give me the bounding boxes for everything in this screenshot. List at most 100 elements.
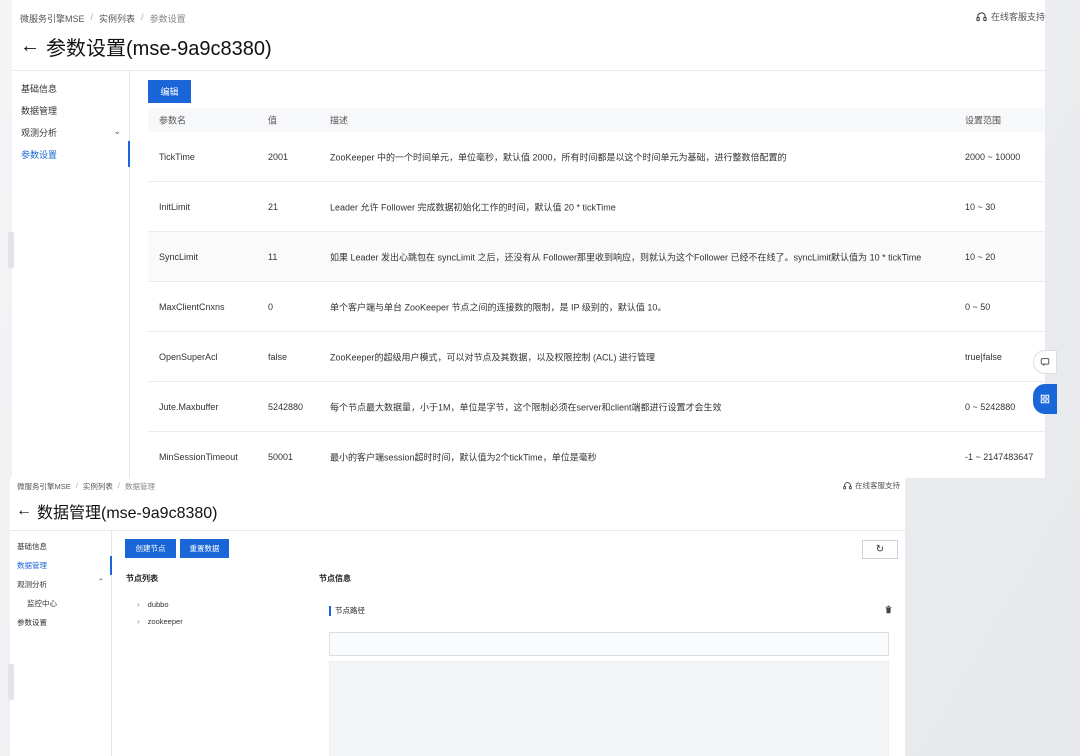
param-value: 50001 bbox=[268, 451, 294, 462]
sidebar: 基础信息 数据管理 观测分析 ⌄ 参数设置 bbox=[12, 70, 130, 478]
headset-icon bbox=[976, 12, 987, 22]
edit-button[interactable]: 编辑 bbox=[148, 80, 191, 103]
table-row: MaxClientCnxns 0 单个客户端与单台 ZooKeeper 节点之间… bbox=[148, 282, 1045, 332]
page-title-text: 数据管理(mse-9a9c8380) bbox=[37, 505, 218, 522]
param-name: TickTime bbox=[159, 151, 195, 162]
param-name: MinSessionTimeout bbox=[159, 451, 238, 462]
feedback-float-button[interactable] bbox=[1033, 350, 1057, 374]
param-name: Jute.Maxbuffer bbox=[159, 401, 219, 412]
params-screenshot: 微服务引擎MSE / 实例列表 / 参数设置 在线客服支持 ← 参数设置(mse… bbox=[12, 0, 1045, 478]
header-description: 描述 bbox=[330, 115, 349, 126]
chevron-up-icon[interactable]: ⌃ bbox=[98, 577, 104, 586]
param-range: 0 ~ 50 bbox=[965, 301, 991, 312]
sidebar-item-basic-info[interactable]: 基础信息 bbox=[21, 82, 57, 95]
sidebar: 基础信息 数据管理 观测分析 ⌃ 监控中心 参数设置 bbox=[10, 530, 112, 756]
breadcrumb-current: 参数设置 bbox=[149, 14, 186, 24]
data-management-screenshot: 微服务引擎MSE / 实例列表 / 数据管理 在线客服支持 ← 数据管理(mse… bbox=[10, 478, 905, 756]
param-description: 单个客户端与单台 ZooKeeper 节点之间的连接数的限制，是 IP 级别的，… bbox=[330, 302, 667, 312]
param-value: 21 bbox=[268, 201, 279, 212]
sidebar-item-data-management[interactable]: 数据管理 bbox=[21, 104, 57, 117]
param-description: ZooKeeper 中的一个时间单元，单位毫秒，默认值 2000，所有时间都是以… bbox=[330, 152, 787, 162]
node-info-title: 节点信息 bbox=[319, 574, 351, 583]
trash-icon[interactable] bbox=[884, 605, 893, 616]
param-value: false bbox=[268, 351, 288, 362]
chevron-right-icon[interactable]: › bbox=[137, 617, 140, 626]
sidebar-item-data-management[interactable]: 数据管理 bbox=[17, 560, 47, 571]
sidebar-item-parameters[interactable]: 参数设置 bbox=[21, 148, 57, 161]
online-support-label: 在线客服支持 bbox=[990, 12, 1045, 22]
sidebar-item-monitoring[interactable]: 监控中心 bbox=[27, 598, 57, 609]
tree-node-zookeeper[interactable]: › zookeeper bbox=[137, 617, 183, 626]
tree-node-label: dubbo bbox=[147, 600, 169, 609]
breadcrumb-mse[interactable]: 微服务引擎MSE bbox=[20, 12, 85, 25]
param-name: OpenSuperAcl bbox=[159, 351, 218, 362]
refresh-icon: ↻ bbox=[875, 544, 885, 555]
sidebar-item-observability[interactable]: 观测分析 bbox=[21, 126, 57, 139]
header-divider bbox=[12, 70, 1045, 71]
param-description: 每个节点最大数据量，小于1M，单位是字节，这个限制必须在server和clien… bbox=[330, 402, 722, 412]
table-row: InitLimit 21 Leader 允许 Follower 完成数据初始化工… bbox=[148, 182, 1045, 232]
breadcrumb-instances[interactable]: 实例列表 bbox=[99, 12, 135, 25]
online-support-link[interactable]: 在线客服支持 bbox=[976, 10, 1045, 23]
param-value: 2001 bbox=[268, 151, 289, 162]
param-name: SyncLimit bbox=[159, 251, 199, 262]
sidebar-item-observability[interactable]: 观测分析 bbox=[17, 579, 47, 590]
tree-node-label: zookeeper bbox=[147, 617, 183, 626]
refresh-button[interactable]: ↻ bbox=[862, 540, 898, 559]
param-range: 2000 ~ 10000 bbox=[965, 151, 1021, 162]
sidebar-item-parameters[interactable]: 参数设置 bbox=[17, 617, 47, 628]
param-range: 10 ~ 30 bbox=[965, 201, 996, 212]
back-arrow-icon[interactable]: ← bbox=[20, 35, 40, 58]
breadcrumb-mse[interactable]: 微服务引擎MSE bbox=[17, 481, 71, 492]
header-range: 设置范围 bbox=[965, 115, 1002, 126]
header-value: 值 bbox=[268, 115, 278, 126]
node-data-textarea[interactable] bbox=[329, 661, 889, 756]
table-row: SyncLimit 11 如果 Leader 发出心跳包在 syncLimit … bbox=[148, 232, 1045, 282]
breadcrumb-instances[interactable]: 实例列表 bbox=[83, 481, 113, 492]
param-value: 0 bbox=[268, 301, 274, 312]
chat-icon bbox=[1040, 358, 1050, 367]
param-description: 如果 Leader 发出心跳包在 syncLimit 之后，还没有从 Follo… bbox=[330, 252, 922, 262]
page-title: ← 参数设置(mse-9a9c8380) bbox=[20, 32, 272, 61]
page-title-text: 参数设置(mse-9a9c8380) bbox=[46, 38, 272, 60]
online-support-label: 在线客服支持 bbox=[855, 481, 900, 490]
param-description: Leader 允许 Follower 完成数据初始化工作的时间，默认值 20 *… bbox=[330, 202, 616, 212]
sidebar-active-indicator bbox=[110, 556, 112, 575]
param-name: InitLimit bbox=[159, 201, 191, 212]
chevron-right-icon[interactable]: › bbox=[137, 600, 140, 609]
params-table: 参数名 值 描述 设置范围 TickTime 2001 ZooKeeper 中的… bbox=[148, 108, 1045, 478]
param-description: 最小的客户端session超时时间，默认值为2个tickTime，单位是毫秒 bbox=[330, 452, 597, 462]
sidebar-collapse-handle[interactable] bbox=[8, 232, 14, 268]
param-range: 0 ~ 5242880 bbox=[965, 401, 1016, 412]
param-value: 5242880 bbox=[268, 401, 304, 412]
sidebar-item-basic-info[interactable]: 基础信息 bbox=[17, 541, 47, 552]
headset-icon bbox=[843, 482, 852, 490]
param-range: true|false bbox=[965, 351, 1002, 362]
table-header: 参数名 值 描述 设置范围 bbox=[148, 108, 1045, 132]
node-info-panel: 节点路径 bbox=[323, 596, 900, 756]
param-name: MaxClientCnxns bbox=[159, 301, 225, 312]
node-list-title: 节点列表 bbox=[126, 574, 158, 583]
create-node-button[interactable]: 创建节点 bbox=[125, 539, 176, 558]
breadcrumb: 微服务引擎MSE / 实例列表 / 数据管理 bbox=[17, 481, 155, 492]
apps-float-button[interactable] bbox=[1033, 384, 1057, 414]
breadcrumb: 微服务引擎MSE / 实例列表 / 参数设置 bbox=[20, 12, 186, 25]
table-row: MinSessionTimeout 50001 最小的客户端session超时时… bbox=[148, 432, 1045, 478]
tree-node-dubbo[interactable]: › dubbo bbox=[137, 600, 169, 609]
header-divider bbox=[10, 530, 905, 531]
node-path-label: 节点路径 bbox=[329, 606, 365, 616]
sidebar-active-indicator bbox=[128, 141, 130, 167]
node-path-input[interactable] bbox=[329, 632, 889, 656]
param-description: ZooKeeper的超级用户模式，可以对节点及其数据，以及权限控制 (ACL) … bbox=[330, 352, 656, 362]
param-range: -1 ~ 2147483647 bbox=[965, 451, 1034, 462]
sidebar-collapse-handle[interactable] bbox=[8, 664, 14, 700]
reset-data-button[interactable]: 重置数据 bbox=[180, 539, 229, 558]
breadcrumb-current: 数据管理 bbox=[124, 482, 155, 491]
chevron-down-icon[interactable]: ⌄ bbox=[113, 126, 121, 137]
header-param-name: 参数名 bbox=[159, 115, 187, 126]
back-arrow-icon[interactable]: ← bbox=[16, 502, 32, 520]
table-row: OpenSuperAcl false ZooKeeper的超级用户模式，可以对节… bbox=[148, 332, 1045, 382]
param-value: 11 bbox=[268, 251, 278, 262]
online-support-link[interactable]: 在线客服支持 bbox=[843, 480, 900, 491]
param-range: 10 ~ 20 bbox=[965, 251, 996, 262]
